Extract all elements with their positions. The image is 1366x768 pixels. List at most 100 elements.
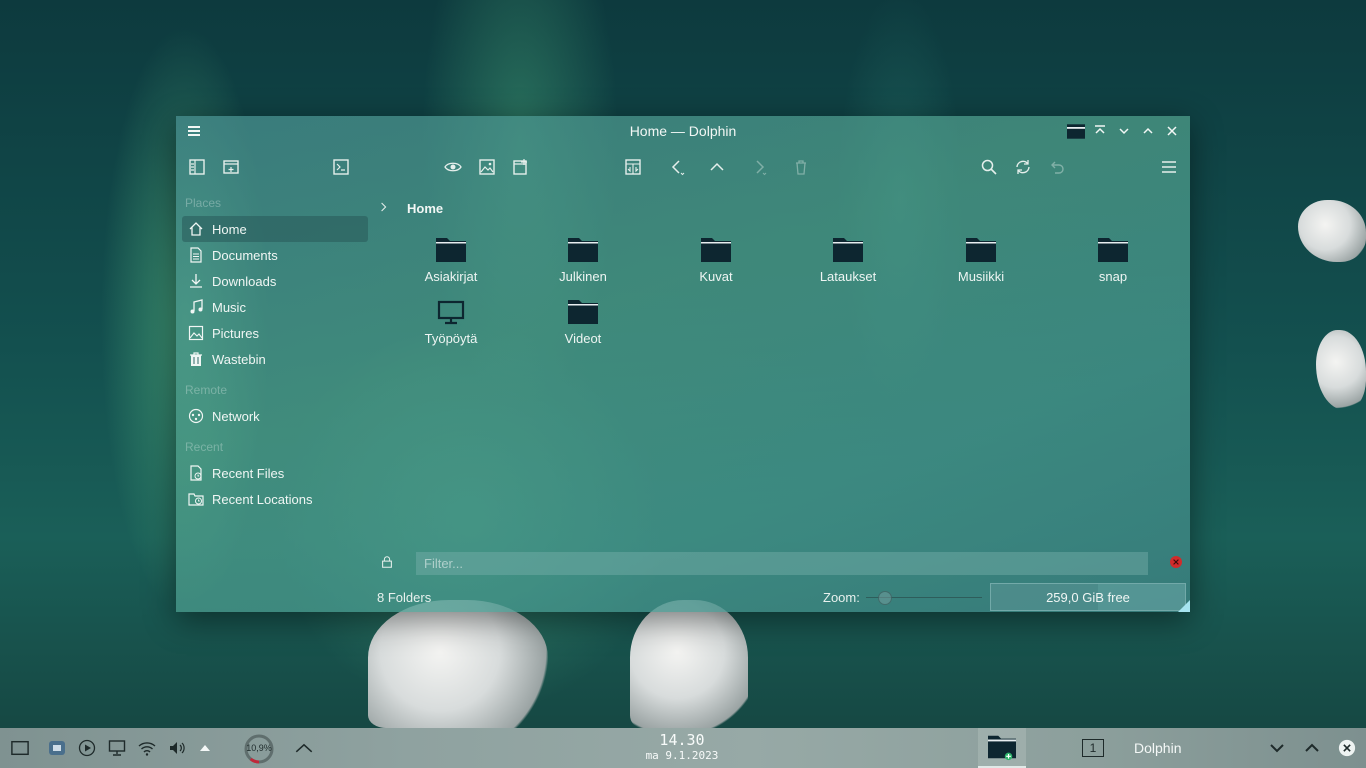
folder-item[interactable]: Kuvat <box>661 236 771 292</box>
free-space-label: 259,0 GiB free <box>1046 589 1130 605</box>
chevron-left-icon <box>671 160 685 176</box>
folder-icon <box>568 300 598 324</box>
sidebar-item-home[interactable]: Home <box>182 216 368 242</box>
folder-name: Musiikki <box>957 269 1005 284</box>
clock-time: 14.30 <box>659 731 705 749</box>
forward-button[interactable] <box>746 154 772 180</box>
status-bar: 8 Folders Zoom: 259,0 GiB free <box>376 583 1190 611</box>
folder-name: Julkinen <box>559 269 607 284</box>
close-icon <box>1338 739 1356 757</box>
folder-item[interactable]: Asiakirjat <box>396 236 506 292</box>
new-window-icon <box>513 159 527 175</box>
split-button[interactable] <box>620 154 646 180</box>
sidebar-item-downloads[interactable]: Downloads <box>182 268 368 294</box>
keep-above-button[interactable] <box>1090 121 1110 141</box>
tray-expand-button[interactable] <box>194 737 216 759</box>
undo-icon <box>1051 161 1064 174</box>
virtual-desktop-pager[interactable]: 1 <box>1082 739 1104 757</box>
title-bar[interactable]: Home — Dolphin <box>176 116 1190 146</box>
view-mode-button[interactable] <box>474 154 500 180</box>
sidebar-item-documents[interactable]: Documents <box>182 242 368 268</box>
window-maximize-button[interactable] <box>1301 737 1323 759</box>
recent-locations-icon <box>188 493 204 506</box>
remote-section-header: Remote <box>185 383 228 397</box>
breadcrumb-current[interactable]: Home <box>407 201 443 216</box>
zoom-slider-handle[interactable] <box>878 591 892 605</box>
refresh-icon <box>1016 160 1030 174</box>
sidebar-item-label: Recent Files <box>212 465 285 481</box>
window-close-button[interactable] <box>1336 737 1358 759</box>
app-launcher-button[interactable] <box>46 737 68 759</box>
maximize-button[interactable] <box>1138 121 1158 141</box>
pictures-icon <box>188 325 204 341</box>
folder-name: Videot <box>564 331 602 346</box>
folder-item[interactable]: Lataukset <box>793 236 903 292</box>
volume-button[interactable] <box>166 737 188 759</box>
folder-item[interactable]: Videot <box>528 298 638 354</box>
active-task-title: Dolphin <box>1134 740 1182 756</box>
snow-tree-left <box>368 600 548 728</box>
back-button[interactable] <box>664 154 690 180</box>
chevron-down-icon <box>1119 128 1129 135</box>
delete-button[interactable] <box>788 154 814 180</box>
search-button[interactable] <box>976 154 1002 180</box>
display-button[interactable] <box>106 737 128 759</box>
zoom-slider[interactable] <box>866 591 982 605</box>
media-player-button[interactable] <box>76 737 98 759</box>
panel-expand-button[interactable] <box>289 737 319 759</box>
folder-item[interactable]: snap <box>1058 236 1168 292</box>
close-filter-icon[interactable] <box>1170 556 1182 568</box>
network-tray-button[interactable] <box>136 737 158 759</box>
split-view-button[interactable] <box>508 154 534 180</box>
folder-name: snap <box>1098 269 1128 284</box>
terminal-button[interactable] <box>328 154 354 180</box>
toggle-places-button[interactable] <box>184 154 210 180</box>
chevron-right-icon <box>756 160 767 176</box>
free-space-indicator[interactable]: 259,0 GiB free <box>990 583 1186 611</box>
undo-button[interactable] <box>1044 154 1070 180</box>
filter-bar <box>376 550 1190 576</box>
sidebar-item-label: Pictures <box>212 325 259 341</box>
image-icon <box>479 159 495 175</box>
chevron-down-icon <box>1270 744 1284 753</box>
sidebar-item-label: Recent Locations <box>212 491 313 507</box>
speaker-icon <box>170 742 185 754</box>
sidebar-item-wastebin[interactable]: Wastebin <box>182 346 368 372</box>
new-tab-button[interactable] <box>218 154 244 180</box>
sidebar-item-label: Music <box>212 299 246 315</box>
window-app-icon[interactable] <box>1066 121 1086 141</box>
sidebar-item-pictures[interactable]: Pictures <box>182 320 368 346</box>
folder-item[interactable]: Musiikki <box>926 236 1036 292</box>
cpu-monitor[interactable]: 10,9% <box>243 733 275 765</box>
home-icon <box>189 222 203 236</box>
wifi-icon <box>138 742 156 756</box>
sidebar-item-recent-locations[interactable]: Recent Locations <box>182 486 368 512</box>
places-panel: Places Home Documents Downloads Music Pi… <box>182 194 368 512</box>
snow-tree-right-mid <box>1316 330 1366 410</box>
recent-files-icon <box>190 465 202 481</box>
lock-icon[interactable] <box>380 555 396 571</box>
chevron-up-icon <box>710 162 724 171</box>
close-button[interactable] <box>1162 121 1182 141</box>
resize-grip[interactable] <box>1178 600 1190 612</box>
sidebar-item-music[interactable]: Music <box>182 294 368 320</box>
breadcrumb-chevron-icon[interactable] <box>380 200 400 216</box>
play-icon <box>78 739 96 757</box>
window-minimize-button[interactable] <box>1266 737 1288 759</box>
minimize-button[interactable] <box>1114 121 1134 141</box>
reload-button[interactable] <box>1010 154 1036 180</box>
clock[interactable]: 14.30 ma 9.1.2023 <box>630 732 734 763</box>
task-dolphin[interactable] <box>978 728 1026 768</box>
desktop-icon <box>11 740 29 756</box>
preview-button[interactable] <box>440 154 466 180</box>
folder-item[interactable]: Julkinen <box>528 236 638 292</box>
sidebar-item-recent-files[interactable]: Recent Files <box>182 460 368 486</box>
filter-input[interactable] <box>416 552 1148 575</box>
cpu-percent-label: 10,9% <box>246 743 272 753</box>
up-button[interactable] <box>704 154 730 180</box>
show-desktop-button[interactable] <box>8 737 32 759</box>
desktop-folder-icon <box>437 300 465 325</box>
folder-item[interactable]: Työpöytä <box>396 298 506 354</box>
hamburger-menu-button[interactable] <box>1156 154 1182 180</box>
sidebar-item-network[interactable]: Network <box>182 403 368 429</box>
